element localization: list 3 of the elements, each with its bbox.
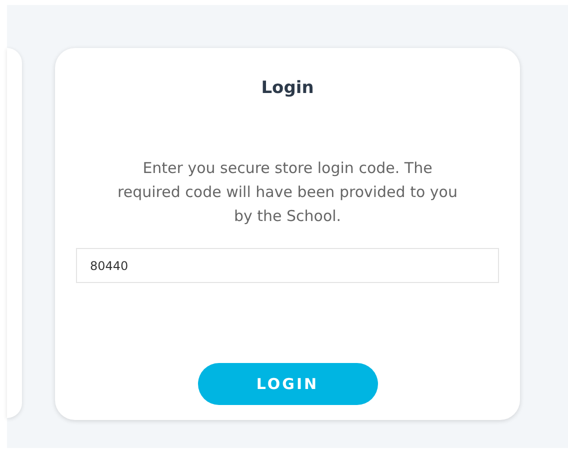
- card-title: Login: [261, 78, 314, 98]
- instructions-text: Enter you secure store login code. The required code will have been provided to you by the School.: [118, 158, 458, 227]
- code-input-field[interactable]: 80440: [76, 248, 499, 283]
